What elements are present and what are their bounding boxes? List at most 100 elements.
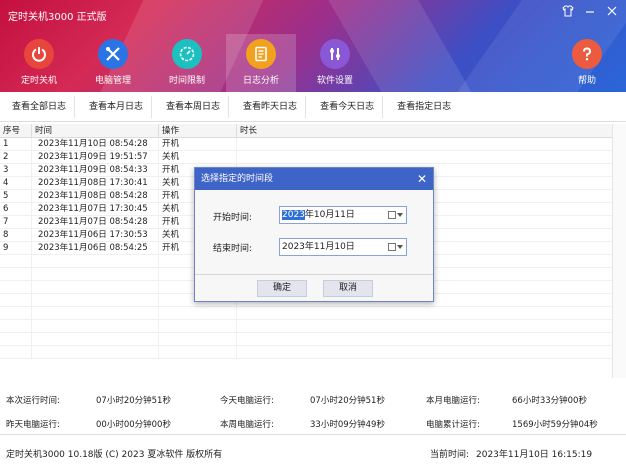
table-cell-empty — [32, 281, 159, 293]
table-cell-empty — [0, 281, 32, 293]
table-cell-empty — [0, 307, 32, 319]
table-cell-time: 2023年11月09日 08:54:33 — [32, 164, 159, 176]
stat-label: 本周电脑运行: — [220, 420, 274, 430]
table-cell-empty — [159, 307, 237, 319]
log-icon — [246, 39, 276, 69]
table-row-empty — [0, 320, 612, 333]
table-cell-no: 4 — [0, 177, 32, 189]
end-date-picker[interactable]: 2023年11月10日 — [279, 238, 407, 256]
nav-item-time-limit[interactable]: 时间限制 — [152, 34, 222, 92]
table-cell-empty — [237, 333, 612, 345]
dialog-title-bar[interactable]: 选择指定的时间段 ✕ — [195, 168, 433, 190]
stat-value: 33小时09分钟49秒 — [310, 420, 385, 430]
table-cell-dur — [237, 138, 612, 150]
app-header: 定时关机3000 正式版 定时关机 电脑管理 时间限制 日志分析 软件设置 帮助 — [0, 0, 626, 92]
nav-item-log-analysis[interactable]: 日志分析 — [226, 34, 296, 92]
view-all-logs-button[interactable]: 查看全部日志 — [4, 95, 76, 118]
start-date-rest: 年10月11日 — [304, 210, 355, 220]
stat-label: 本月电脑运行: — [426, 396, 480, 406]
table-header: 序号 时间 操作 时长 — [0, 124, 612, 138]
table-cell-empty — [32, 307, 159, 319]
table-cell-no: 6 — [0, 203, 32, 215]
status-bar: 定时关机3000 10.18版 (C) 2023 夏冰软件 版权所有 当前时间:… — [0, 442, 626, 466]
stat-label: 昨天电脑运行: — [6, 420, 60, 430]
view-today-logs-button[interactable]: 查看今天日志 — [312, 95, 384, 118]
table-cell-time: 2023年11月08日 17:30:41 — [32, 177, 159, 189]
table-cell-no: 3 — [0, 164, 32, 176]
table-cell-no: 2 — [0, 151, 32, 163]
stat-label: 电脑累计运行: — [426, 420, 480, 430]
window-title: 定时关机3000 正式版 — [8, 12, 107, 23]
table-cell-time: 2023年11月07日 08:54:28 — [32, 216, 159, 228]
current-time-value: 2023年11月10日 16:15:19 — [476, 450, 593, 460]
nav-label: 定时关机 — [20, 76, 57, 86]
column-header-op[interactable]: 操作 — [159, 124, 237, 137]
view-week-logs-button[interactable]: 查看本周日志 — [158, 95, 230, 118]
column-header-time[interactable]: 时间 — [32, 124, 159, 137]
start-date-picker[interactable]: 2023年10月11日 — [279, 206, 407, 224]
stat-value: 07小时20分钟51秒 — [310, 396, 385, 406]
table-row-empty — [0, 346, 612, 359]
help-icon — [572, 39, 602, 69]
nav-item-help[interactable]: 帮助 — [552, 34, 622, 92]
table-cell-empty — [237, 307, 612, 319]
column-header-no[interactable]: 序号 — [0, 124, 32, 137]
table-cell-empty — [237, 346, 612, 358]
nav-label: 帮助 — [577, 76, 596, 86]
table-cell-empty — [32, 294, 159, 306]
nav-label: 日志分析 — [242, 76, 279, 86]
table-scrollbar[interactable] — [612, 124, 626, 378]
table-cell-empty — [0, 333, 32, 345]
table-row[interactable]: 2 2023年11月09日 19:51:57 关机 — [0, 151, 612, 164]
table-cell-empty — [32, 333, 159, 345]
table-cell-time: 2023年11月08日 08:54:28 — [32, 190, 159, 202]
table-cell-empty — [159, 320, 237, 332]
table-row-empty — [0, 307, 612, 320]
table-cell-empty — [0, 320, 32, 332]
nav-item-settings[interactable]: 软件设置 — [300, 34, 370, 92]
copyright-text: 定时关机3000 10.18版 (C) 2023 夏冰软件 版权所有 — [6, 450, 223, 460]
dialog-separator — [195, 274, 433, 275]
start-year-selected: 2023 — [282, 210, 305, 220]
minimize-icon[interactable] — [582, 5, 598, 19]
tools-icon — [98, 39, 128, 69]
view-range-logs-button[interactable]: 查看指定日志 — [389, 96, 459, 118]
nav-label: 软件设置 — [316, 76, 353, 86]
table-cell-time: 2023年11月07日 17:30:45 — [32, 203, 159, 215]
run-stats: 本次运行时间: 07小时20分钟51秒 今天电脑运行: 07小时20分钟51秒 … — [0, 384, 626, 434]
log-toolbar: 查看全部日志 查看本月日志 查看本周日志 查看昨天日志 查看今天日志 查看指定日… — [0, 92, 626, 122]
window-controls — [560, 5, 620, 19]
table-cell-op: 关机 — [159, 151, 237, 163]
status-divider — [0, 434, 626, 435]
table-cell-empty — [159, 346, 237, 358]
current-time-label: 当前时间: — [430, 450, 470, 460]
nav-item-pc-manage[interactable]: 电脑管理 — [78, 34, 148, 92]
column-header-duration[interactable]: 时长 — [237, 124, 612, 137]
table-cell-empty — [0, 255, 32, 267]
close-icon[interactable]: ✕ — [417, 168, 427, 190]
table-cell-op: 开机 — [159, 138, 237, 150]
table-row[interactable]: 1 2023年11月10日 08:54:28 开机 — [0, 138, 612, 151]
stat-value: 1569小时59分钟04秒 — [512, 420, 598, 430]
table-cell-time: 2023年11月06日 08:54:25 — [32, 242, 159, 254]
shirt-icon[interactable] — [560, 5, 576, 19]
ok-button[interactable]: 确定 — [257, 280, 307, 297]
cancel-button[interactable]: 取消 — [323, 280, 373, 297]
close-icon[interactable] — [604, 5, 620, 19]
nav-item-shutdown[interactable]: 定时关机 — [4, 34, 74, 92]
table-cell-no: 1 — [0, 138, 32, 150]
table-cell-empty — [0, 294, 32, 306]
table-cell-empty — [0, 268, 32, 280]
table-cell-time: 2023年11月06日 17:30:53 — [32, 229, 159, 241]
table-cell-no: 8 — [0, 229, 32, 241]
view-yesterday-logs-button[interactable]: 查看昨天日志 — [235, 95, 307, 118]
stat-label: 今天电脑运行: — [220, 396, 274, 406]
calendar-dropdown-icon[interactable] — [388, 210, 404, 220]
table-cell-empty — [32, 268, 159, 280]
calendar-dropdown-icon[interactable] — [388, 242, 404, 252]
table-cell-empty — [159, 333, 237, 345]
nav-label: 电脑管理 — [94, 76, 131, 86]
table-cell-empty — [32, 255, 159, 267]
main-nav: 定时关机 电脑管理 时间限制 日志分析 软件设置 帮助 — [0, 34, 626, 92]
view-month-logs-button[interactable]: 查看本月日志 — [81, 95, 153, 118]
